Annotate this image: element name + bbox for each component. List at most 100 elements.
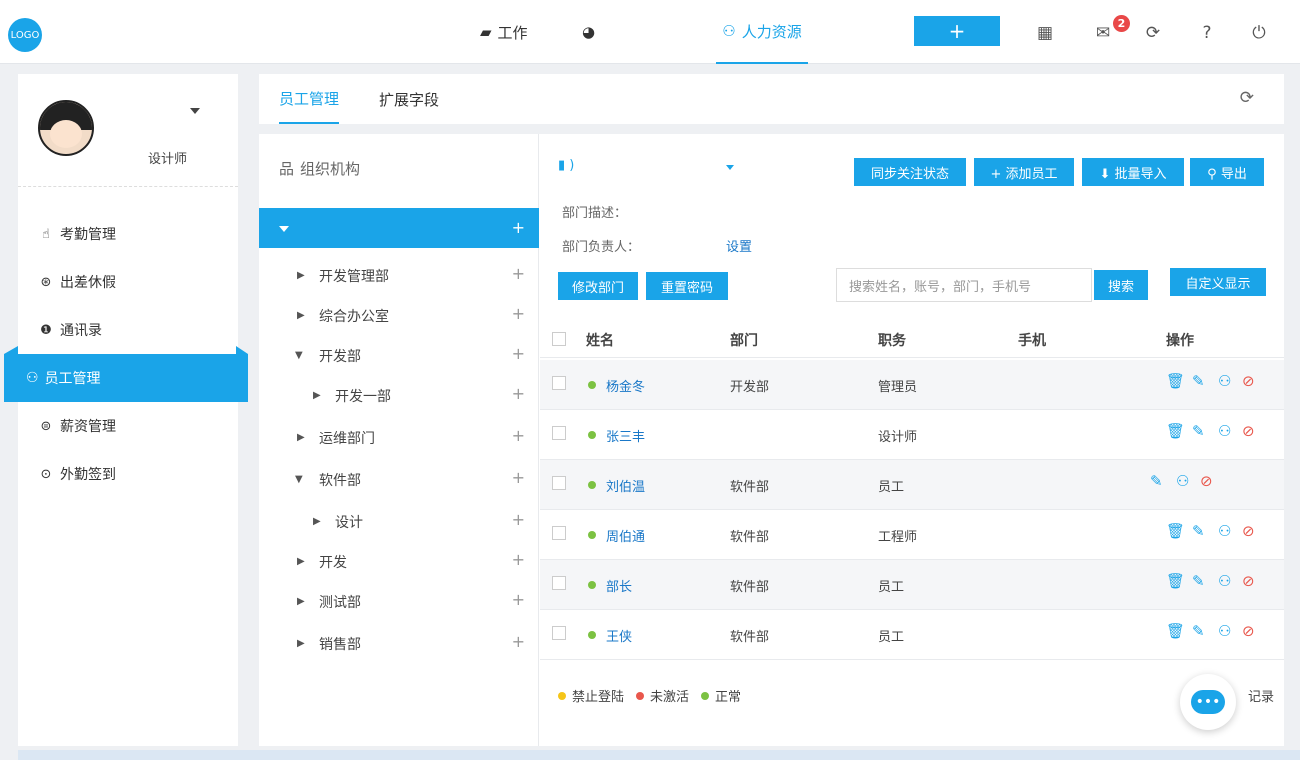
delete-icon[interactable]: 🗑 (1166, 372, 1185, 390)
dept-selector[interactable]: ▮ ) (558, 158, 574, 173)
user-menu-caret-icon[interactable] (190, 108, 200, 114)
tree-node[interactable]: ▶ 开发一部 + (259, 376, 539, 416)
table-row[interactable]: 部长 软件部 员工 🗑 ✎ ⚇ ⊘ (540, 560, 1284, 610)
sidebar-item-travel[interactable]: ⊛ 出差休假 (18, 260, 238, 304)
edit-icon[interactable]: ✎ (1192, 522, 1205, 540)
user-permission-icon[interactable]: ⚇ (1218, 422, 1231, 440)
tree-node[interactable]: ▶ 销售部 + (259, 624, 539, 664)
edit-icon[interactable]: ✎ (1192, 622, 1205, 640)
collapsed-arrow-icon[interactable]: ▶ (297, 310, 305, 321)
delete-icon[interactable]: 🗑 (1166, 522, 1185, 540)
collapsed-arrow-icon[interactable]: ▶ (297, 638, 305, 649)
qrcode-icon[interactable]: ▦ (1034, 22, 1056, 44)
chat-button[interactable]: ••• (1180, 674, 1236, 730)
logo[interactable]: LOGO (8, 18, 42, 52)
row-checkbox[interactable] (552, 476, 566, 490)
expand-icon[interactable] (279, 226, 289, 232)
tree-node[interactable]: ▼ 软件部 + (259, 460, 539, 500)
add-node-icon[interactable]: + (512, 590, 525, 609)
row-checkbox[interactable] (552, 376, 566, 390)
quick-add-button[interactable]: + (914, 16, 1000, 46)
employee-name-link[interactable]: 周伯通 (606, 526, 645, 545)
user-permission-icon[interactable]: ⚇ (1218, 522, 1231, 540)
row-checkbox[interactable] (552, 576, 566, 590)
col-name[interactable]: 姓名 (586, 330, 614, 350)
sidebar-item-contacts[interactable]: ❶ 通讯录 (18, 308, 238, 352)
nav-hr[interactable]: ⚇ 人力资源 (716, 0, 808, 64)
tree-node[interactable]: ▼ 开发部 + (259, 336, 539, 376)
collapsed-arrow-icon[interactable]: ▶ (313, 516, 321, 527)
tab-extended-fields[interactable]: 扩展字段 (379, 74, 439, 124)
table-row[interactable]: 王侠 软件部 员工 🗑 ✎ ⚇ ⊘ (540, 610, 1284, 660)
col-phone[interactable]: 手机 (1018, 330, 1046, 350)
edit-dept-button[interactable]: 修改部门 (558, 272, 638, 300)
tree-node[interactable]: ▶ 设计 + (259, 502, 539, 542)
avatar[interactable] (38, 100, 94, 156)
employee-name-link[interactable]: 张三丰 (606, 426, 645, 445)
user-permission-icon[interactable]: ⚇ (1218, 622, 1231, 640)
add-node-icon[interactable]: + (512, 468, 525, 487)
tree-node[interactable]: ▶ 运维部门 + (259, 418, 539, 458)
tree-node[interactable]: ▶ 开发 + (259, 542, 539, 582)
collapsed-arrow-icon[interactable]: ▶ (297, 432, 305, 443)
tab-employee-management[interactable]: 员工管理 (279, 74, 340, 124)
collapsed-arrow-icon[interactable]: ▶ (313, 390, 321, 401)
add-node-icon[interactable]: + (512, 264, 525, 283)
add-node-icon[interactable]: + (512, 384, 525, 403)
add-node-icon[interactable]: + (512, 632, 525, 651)
add-node-icon[interactable]: + (512, 304, 525, 323)
employee-name-link[interactable]: 刘伯温 (606, 476, 645, 495)
nav-work[interactable]: ▰ 工作 (480, 0, 528, 64)
col-title[interactable]: 职务 (878, 330, 906, 350)
search-input[interactable]: 搜索姓名，账号，部门，手机号 (836, 268, 1092, 302)
nav-stats[interactable]: ◕ (582, 0, 601, 64)
refresh-icon[interactable]: ⟳ (1142, 22, 1164, 44)
edit-icon[interactable]: ✎ (1150, 472, 1163, 490)
delete-icon[interactable]: 🗑 (1166, 622, 1185, 640)
employee-name-link[interactable]: 王侠 (606, 626, 632, 645)
disable-icon[interactable]: ⊘ (1242, 422, 1255, 440)
help-icon[interactable]: ? (1196, 22, 1218, 44)
add-node-icon[interactable]: + (512, 426, 525, 445)
add-node-icon[interactable]: + (512, 218, 525, 237)
row-checkbox[interactable] (552, 426, 566, 440)
select-all-checkbox[interactable] (552, 332, 566, 346)
disable-icon[interactable]: ⊘ (1242, 522, 1255, 540)
table-row[interactable]: 张三丰 设计师 🗑 ✎ ⚇ ⊘ (540, 410, 1284, 460)
add-employee-button[interactable]: + 添加员工 (974, 158, 1074, 186)
tree-node[interactable]: ▶ 综合办公室 + (259, 296, 539, 336)
user-permission-icon[interactable]: ⚇ (1218, 572, 1231, 590)
employee-name-link[interactable]: 部长 (606, 576, 632, 595)
edit-icon[interactable]: ✎ (1192, 372, 1205, 390)
user-permission-icon[interactable]: ⚇ (1218, 372, 1231, 390)
row-checkbox[interactable] (552, 626, 566, 640)
add-node-icon[interactable]: + (512, 344, 525, 363)
row-checkbox[interactable] (552, 526, 566, 540)
dept-dropdown-caret-icon[interactable] (726, 165, 734, 170)
edit-icon[interactable]: ✎ (1192, 572, 1205, 590)
power-icon[interactable]: ⏻ (1248, 22, 1270, 44)
table-row[interactable]: 周伯通 软件部 工程师 🗑 ✎ ⚇ ⊘ (540, 510, 1284, 560)
delete-icon[interactable]: 🗑 (1166, 422, 1185, 440)
tree-node[interactable]: ▶ 开发管理部 + (259, 256, 539, 296)
table-row[interactable]: 杨金冬 开发部 管理员 🗑 ✎ ⚇ ⊘ (540, 360, 1284, 410)
expanded-arrow-icon[interactable]: ▼ (295, 350, 303, 361)
collapsed-arrow-icon[interactable]: ▶ (297, 596, 305, 607)
batch-import-button[interactable]: ⬇ 批量导入 (1082, 158, 1184, 186)
delete-icon[interactable]: 🗑 (1166, 572, 1185, 590)
disable-icon[interactable]: ⊘ (1200, 472, 1213, 490)
mail-icon[interactable]: ✉ (1092, 22, 1114, 44)
reset-password-button[interactable]: 重置密码 (646, 272, 728, 300)
tree-node[interactable]: ▶ 测试部 + (259, 582, 539, 622)
collapsed-arrow-icon[interactable]: ▶ (297, 556, 305, 567)
refresh-icon[interactable]: ⟳ (1240, 88, 1254, 108)
disable-icon[interactable]: ⊘ (1242, 572, 1255, 590)
col-dept[interactable]: 部门 (730, 330, 758, 350)
sidebar-item-attendance[interactable]: ☝ 考勤管理 (18, 212, 238, 256)
export-button[interactable]: ⚲ 导出 (1190, 158, 1264, 186)
tree-root-node[interactable]: + (259, 208, 539, 248)
sidebar-item-checkin[interactable]: ⊙ 外勤签到 (18, 452, 238, 496)
table-row[interactable]: 刘伯温 软件部 员工 ✎ ⚇ ⊘ (540, 460, 1284, 510)
disable-icon[interactable]: ⊘ (1242, 622, 1255, 640)
edit-icon[interactable]: ✎ (1192, 422, 1205, 440)
